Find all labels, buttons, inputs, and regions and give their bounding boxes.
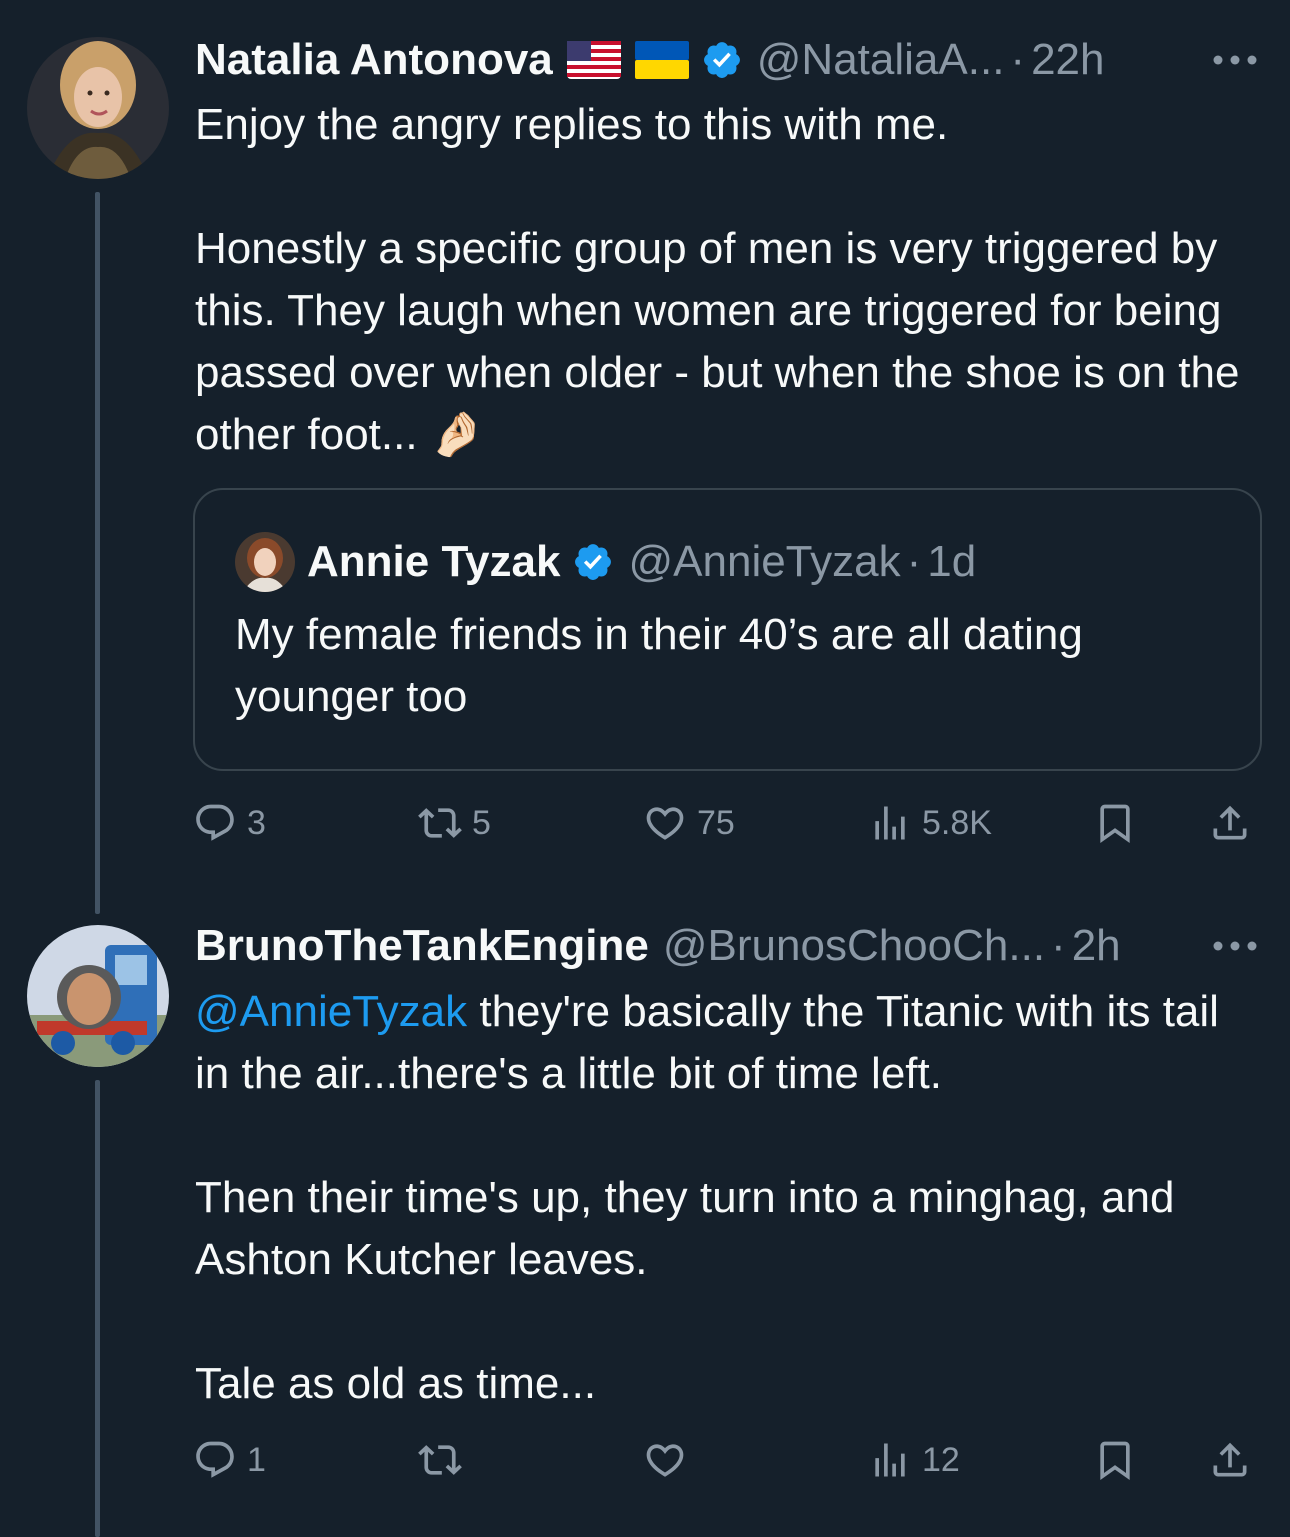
views-button[interactable]: 12 — [868, 1432, 960, 1488]
view-count: 12 — [922, 1440, 960, 1479]
separator: · — [906, 537, 922, 586]
tweet-header: BrunoTheTankEngine @BrunosChooCh... · 2h — [195, 916, 1121, 976]
share-icon — [1213, 805, 1247, 840]
display-name[interactable]: BrunoTheTankEngine — [195, 921, 649, 971]
reply-button[interactable]: 1 — [193, 1432, 266, 1488]
action-bar: 3 5 75 5.8K — [193, 795, 1263, 851]
avatar[interactable] — [27, 37, 169, 179]
avatar[interactable] — [27, 925, 169, 1067]
views-button[interactable]: 5.8K — [868, 795, 992, 851]
repost-icon — [418, 808, 462, 838]
separator: · — [1010, 35, 1026, 84]
more-options-icon[interactable] — [1210, 936, 1260, 956]
verified-badge-icon — [703, 42, 740, 78]
like-count: 75 — [697, 803, 735, 842]
tweet-text: @AnnieTyzak they're basically the Titani… — [195, 981, 1265, 1415]
mention-link[interactable]: @AnnieTyzak — [195, 987, 467, 1036]
repost-count: 5 — [472, 803, 491, 842]
reply-count: 3 — [247, 803, 266, 842]
quoted-tweet-text: My female friends in their 40’s are all … — [235, 610, 1083, 721]
separator: · — [1051, 921, 1066, 970]
ukraine-flag-icon — [634, 41, 689, 79]
like-button[interactable]: 75 — [643, 795, 735, 851]
share-icon — [1213, 1442, 1247, 1477]
bookmark-button[interactable] — [1093, 1432, 1137, 1488]
quoted-tweet-header: Annie Tyzak @AnnieTyzak · 1d — [235, 532, 976, 592]
reply-button[interactable]: 3 — [193, 795, 266, 851]
repost-icon — [418, 1445, 462, 1475]
tweet-text: Enjoy the angry replies to this with me.… — [195, 100, 1240, 459]
quoted-tweet-card[interactable]: Annie Tyzak @AnnieTyzak · 1d My female f… — [193, 488, 1262, 771]
reply-count: 1 — [247, 1440, 266, 1479]
repost-button[interactable] — [418, 1432, 472, 1488]
view-count: 5.8K — [922, 803, 992, 842]
tweet-header: Natalia Antonova @NataliaA... · 22h — [195, 30, 1105, 90]
quoted-handle: @AnnieTyzak — [628, 537, 901, 586]
quoted-avatar — [235, 532, 295, 592]
us-flag-icon — [566, 41, 621, 79]
more-options-icon[interactable] — [1210, 50, 1260, 70]
views-chart-icon — [875, 806, 905, 840]
share-button[interactable] — [1208, 795, 1252, 851]
heart-icon — [646, 807, 684, 840]
bookmark-icon — [1100, 804, 1130, 844]
reply-icon — [196, 804, 234, 841]
repost-button[interactable]: 5 — [418, 795, 491, 851]
quoted-display-name: Annie Tyzak — [307, 537, 561, 586]
verified-badge-icon — [575, 544, 612, 580]
timestamp[interactable]: 22h — [1031, 35, 1104, 85]
thread-connector-line — [95, 1080, 100, 1537]
action-bar: 1 12 — [193, 1432, 1263, 1488]
views-chart-icon — [875, 1443, 905, 1477]
like-button[interactable] — [643, 1432, 697, 1488]
reply-icon — [196, 1441, 234, 1478]
handle[interactable]: @BrunosChooCh... — [663, 921, 1045, 971]
bookmark-button[interactable] — [1093, 795, 1137, 851]
display-name[interactable]: Natalia Antonova — [195, 35, 553, 85]
quoted-timestamp: 1d — [927, 537, 977, 586]
heart-icon — [646, 1444, 684, 1477]
share-button[interactable] — [1208, 1432, 1252, 1488]
handle[interactable]: @NataliaA... — [757, 35, 1005, 85]
thread-view: Natalia Antonova @NataliaA... · 22h Enjo… — [0, 0, 1290, 1537]
thread-connector-line — [95, 192, 100, 914]
bookmark-icon — [1100, 1441, 1130, 1481]
tweet-body: they're basically the Titanic with its t… — [195, 987, 1219, 1408]
timestamp[interactable]: 2h — [1072, 921, 1121, 971]
